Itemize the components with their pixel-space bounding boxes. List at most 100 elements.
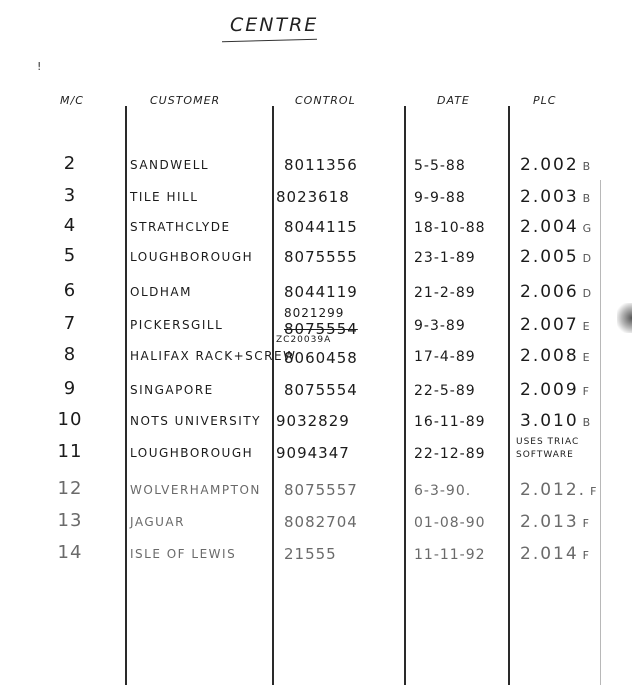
plc-version-number: 2.005 (520, 247, 579, 267)
plc-note: USES TRIAC SOFTWARE (516, 436, 579, 462)
header-date: DATE (437, 94, 470, 107)
plc-version-number: 2.007 (520, 315, 579, 335)
plc-version: 2.013 F (520, 512, 589, 532)
plc-revision-letter: B (582, 192, 591, 205)
plc-revision-letter: F (582, 517, 589, 530)
mc-number: 5 (63, 245, 77, 266)
plc-version: 2.007 E (520, 315, 590, 335)
plc-version: 2.008 E (520, 346, 590, 366)
customer-name: HALIFAX RACK+SCREW (130, 349, 297, 363)
page-title: CENTRE (230, 14, 319, 36)
mc-number: 12 (57, 478, 83, 499)
plc-revision-letter: E (582, 320, 590, 333)
customer-name: OLDHAM (130, 285, 192, 299)
plc-version: 2.009 F (520, 380, 589, 400)
plc-version-number: 2.006 (520, 282, 579, 302)
date: 22-5-89 (414, 383, 476, 399)
plc-version: 2.002 B (520, 155, 590, 175)
column-divider (508, 106, 510, 685)
mc-number: 11 (57, 441, 83, 462)
column-divider (125, 106, 127, 685)
control-number: 8082704 (284, 513, 358, 531)
control-number-revised: 8021299 (284, 306, 345, 320)
header-mc: M/C (60, 94, 84, 107)
date: 5-5-88 (414, 158, 466, 174)
mc-number: 6 (63, 280, 77, 301)
date: 01-08-90 (414, 515, 486, 531)
customer-name: LOUGHBOROUGH (130, 250, 254, 264)
date: 11-11-92 (414, 547, 486, 563)
plc-version-number: 2.008 (520, 346, 579, 366)
plc-version: 2.012. F (520, 480, 596, 500)
plc-revision-letter: F (582, 549, 589, 562)
date: 6-3-90. (414, 483, 472, 499)
date: 9-9-88 (414, 190, 466, 206)
plc-version-number: 2.013 (520, 512, 579, 532)
control-number: 8011356 (284, 156, 358, 174)
date: 16-11-89 (414, 414, 486, 430)
mc-number: 8 (63, 344, 77, 365)
date: 18-10-88 (414, 220, 486, 236)
plc-version: 3.010 B (520, 411, 590, 431)
plc-note-line: SOFTWARE (516, 450, 574, 460)
plc-version-number: 2.004 (520, 217, 579, 237)
control-number: 8075554 (284, 381, 358, 399)
customer-name: NOTS UNIVERSITY (130, 414, 261, 428)
column-divider (404, 106, 406, 685)
control-number: 8075555 (284, 248, 358, 266)
plc-version-number: 2.009 (520, 380, 579, 400)
plc-version-number: 2.002 (520, 155, 579, 175)
plc-revision-letter: D (582, 287, 592, 300)
date: 23-1-89 (414, 250, 476, 266)
customer-name: TILE HILL (130, 190, 199, 204)
mc-number: 9 (63, 378, 77, 399)
customer-name: JAGUAR (130, 515, 185, 529)
customer-name: WOLVERHAMPTON (130, 483, 261, 497)
mc-number: 13 (57, 510, 83, 531)
plc-version-number: 2.003 (520, 187, 579, 207)
date: 9-3-89 (414, 318, 466, 334)
date: 17-4-89 (414, 349, 476, 365)
plc-version-number: 2.014 (520, 544, 579, 564)
customer-name: SINGAPORE (130, 383, 214, 397)
plc-version: 2.014 F (520, 544, 589, 564)
header-customer: CUSTOMER (150, 94, 221, 107)
plc-version-number: 2.012. (520, 480, 587, 500)
plc-revision-letter: B (582, 160, 591, 173)
control-number: 8060458 (284, 349, 358, 367)
plc-revision-letter: E (582, 351, 590, 364)
customer-name: ISLE OF LEWIS (130, 547, 237, 561)
plc-version-number: 3.010 (520, 411, 579, 431)
plc-revision-letter: B (582, 416, 591, 429)
plc-version: 2.004 G (520, 217, 591, 237)
customer-name: SANDWELL (130, 158, 210, 172)
plc-revision-letter: F (590, 485, 597, 498)
control-number: 21555 (284, 545, 337, 563)
control-number: 8044115 (284, 218, 358, 236)
plc-version: 2.005 D (520, 247, 591, 267)
plc-version: 2.003 B (520, 187, 590, 207)
control-number: 8023618 (276, 188, 350, 206)
mc-number: 3 (63, 185, 77, 206)
header-control: CONTROL (295, 94, 356, 107)
margin-mark: ! (37, 60, 42, 73)
customer-name: LOUGHBOROUGH (130, 446, 254, 460)
header-plc: PLC (533, 94, 557, 107)
plc-note-line: USES TRIAC (516, 437, 580, 447)
mc-number: 7 (63, 313, 77, 334)
mc-number: 10 (57, 409, 83, 430)
plc-revision-letter: G (582, 222, 592, 235)
control-number: 9032829 (276, 412, 350, 430)
title-underline (222, 38, 317, 43)
mc-number: 4 (63, 215, 77, 236)
control-annotation: ZC20039A (276, 335, 332, 345)
date: 21-2-89 (414, 285, 476, 301)
plc-revision-letter: D (582, 252, 592, 265)
control-number: 9094347 (276, 444, 350, 462)
column-divider (272, 106, 274, 685)
plc-revision-letter: F (582, 385, 589, 398)
scan-smudge (617, 303, 632, 333)
mc-number: 2 (63, 153, 77, 174)
control-number: 8044119 (284, 283, 358, 301)
customer-name: STRATHCLYDE (130, 220, 231, 234)
